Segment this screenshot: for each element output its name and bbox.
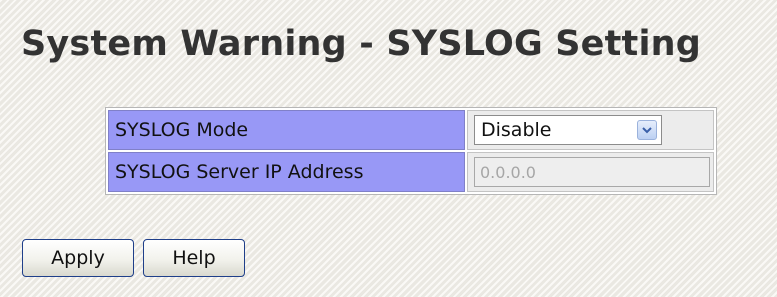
syslog-server-ip-input[interactable] bbox=[474, 157, 710, 187]
syslog-mode-select[interactable]: Disable bbox=[474, 115, 662, 145]
page-title: System Warning - SYSLOG Setting bbox=[21, 24, 702, 64]
apply-button[interactable]: Apply bbox=[22, 239, 134, 277]
chevron-down-icon[interactable] bbox=[637, 120, 657, 140]
syslog-mode-cell: Disable bbox=[467, 110, 714, 150]
syslog-server-ip-label: SYSLOG Server IP Address bbox=[108, 152, 465, 192]
syslog-mode-row: SYSLOG Mode Disable bbox=[108, 110, 714, 150]
chevron-down-icon-glyph bbox=[642, 127, 652, 134]
syslog-settings-table: SYSLOG Mode Disable SYSLOG Server IP Add… bbox=[105, 107, 717, 195]
syslog-server-ip-cell bbox=[467, 152, 714, 192]
help-button[interactable]: Help bbox=[143, 239, 245, 277]
syslog-mode-label: SYSLOG Mode bbox=[108, 110, 465, 150]
syslog-server-ip-row: SYSLOG Server IP Address bbox=[108, 152, 714, 192]
syslog-mode-value: Disable bbox=[481, 119, 552, 141]
